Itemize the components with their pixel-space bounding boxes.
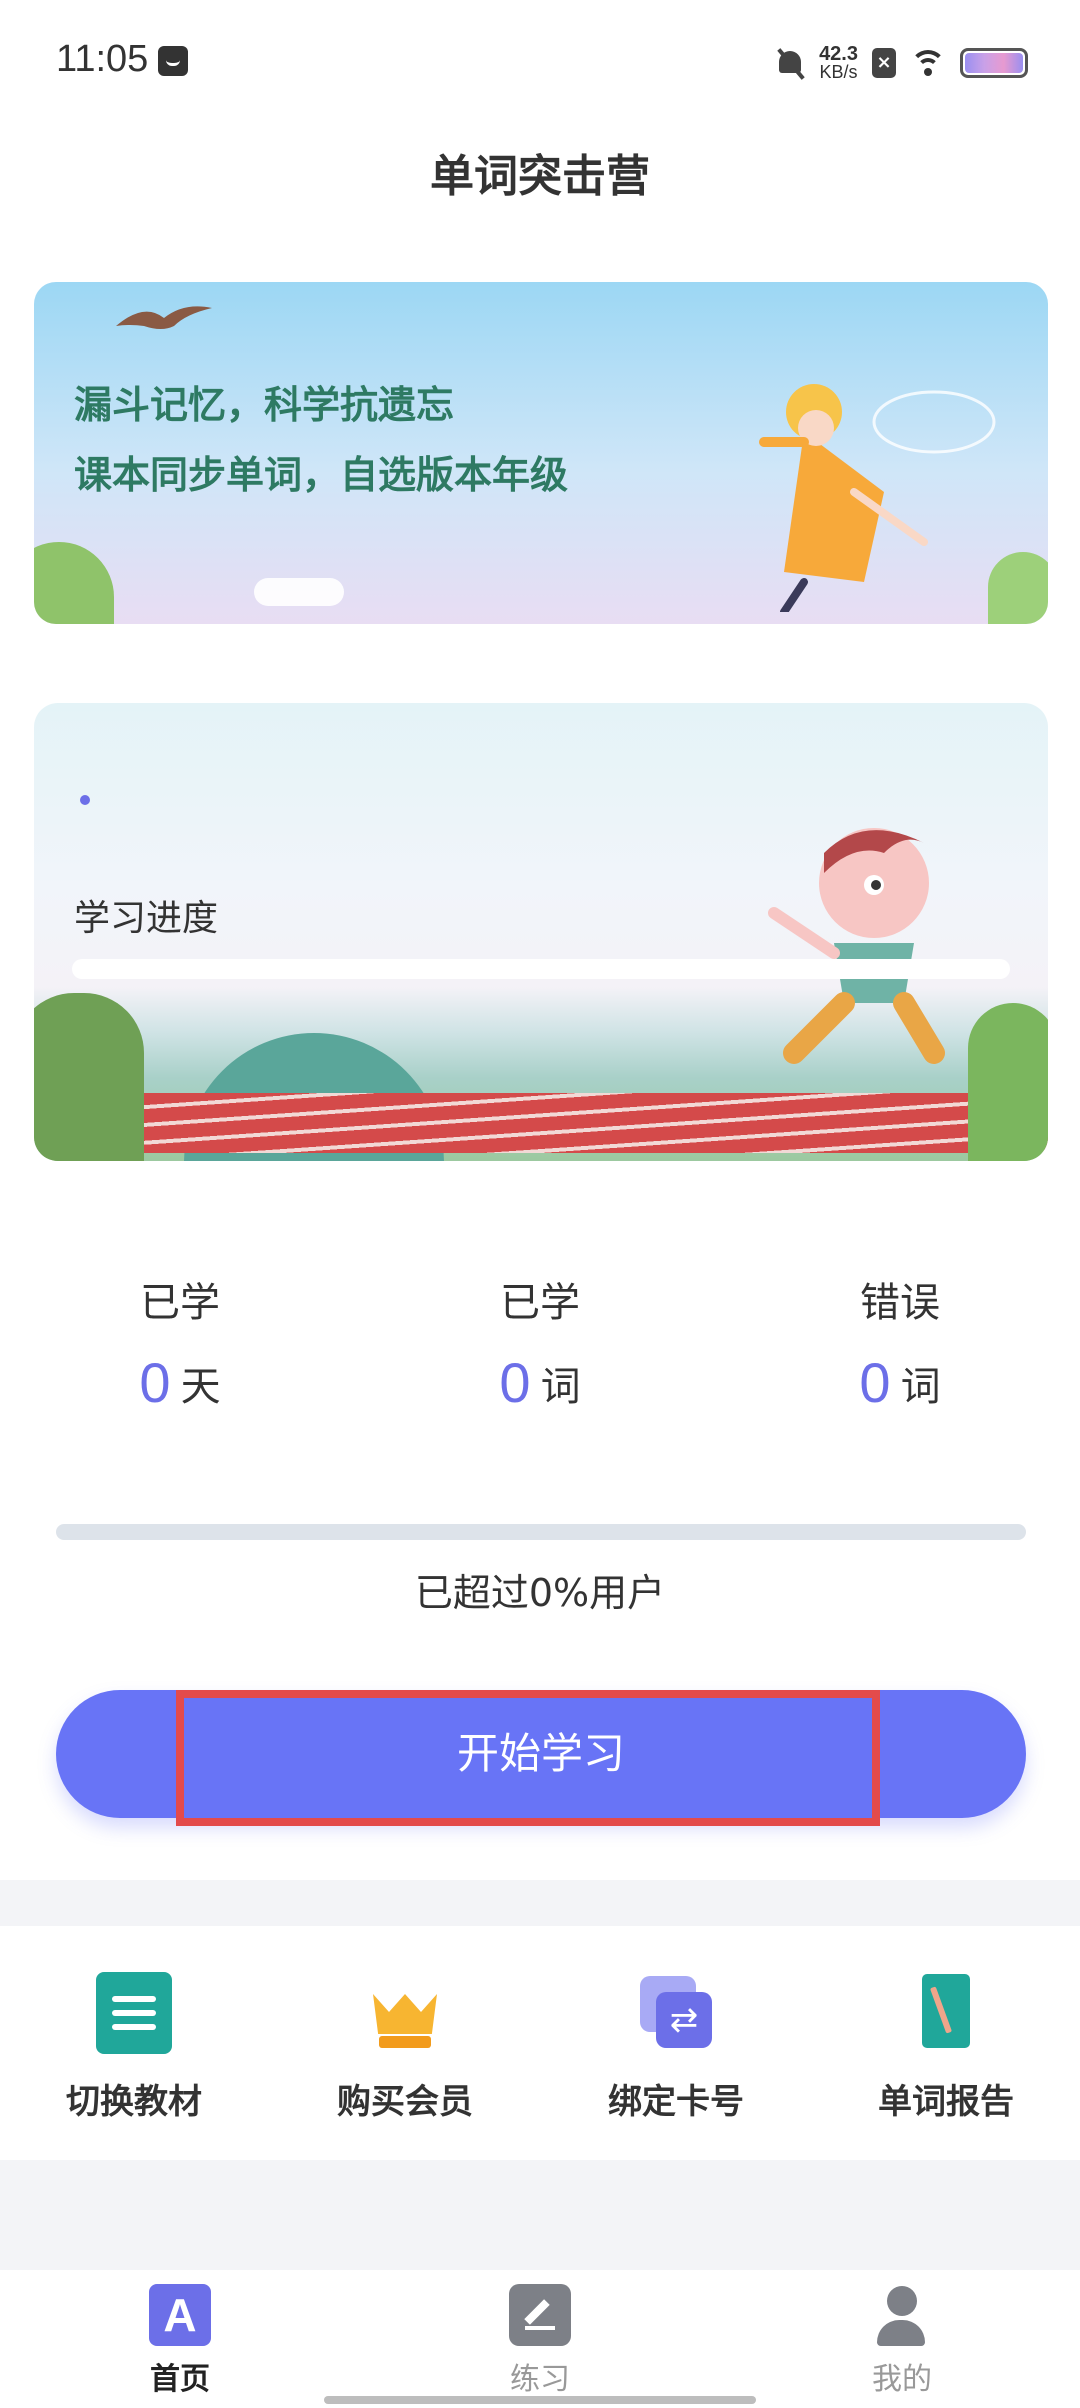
- stat-title: 错误: [860, 1280, 940, 1326]
- quick-menu-word-report[interactable]: 单词报告: [846, 1972, 1046, 2123]
- stat-words-learned: 已学 0词: [440, 1270, 640, 1415]
- tab-label: 我的: [872, 2362, 932, 2397]
- stat-value: 0: [139, 1351, 171, 1414]
- stat-unit: 词: [900, 1363, 941, 1410]
- quick-menu-buy-membership[interactable]: 购买会员: [305, 1972, 505, 2123]
- page-title: 单词突击营: [430, 151, 650, 202]
- stat-value: 0: [499, 1351, 531, 1414]
- status-bar: 11:05 42.3 KB/s ×: [0, 0, 1080, 126]
- cloud-decoration: [254, 578, 344, 606]
- quick-menu-label: 绑定卡号: [608, 2082, 744, 2122]
- tab-home[interactable]: A 首页: [100, 2284, 260, 2398]
- quick-menu-label: 购买会员: [337, 2082, 473, 2122]
- network-speed-value: 42.3: [819, 43, 858, 65]
- tab-practice[interactable]: 练习: [460, 2284, 620, 2398]
- stat-days-learned: 已学 0天: [80, 1270, 280, 1415]
- stat-value: 0: [859, 1351, 891, 1414]
- practice-edit-icon: [509, 2284, 571, 2346]
- ranking-text: 已超过0%用户: [414, 1571, 666, 1615]
- bush-decoration: [34, 542, 114, 624]
- home-a-icon: A: [149, 2284, 211, 2346]
- network-speed: 42.3 KB/s: [819, 43, 858, 82]
- banner-line-2: 课本同步单词，自选版本年级: [74, 453, 569, 497]
- wifi-icon: [910, 48, 946, 78]
- promo-banner[interactable]: 漏斗记忆，科学抗遗忘 课本同步单词，自选版本年级: [34, 282, 1048, 624]
- quick-menu: 切换教材 购买会员 绑定卡号 单词报告: [0, 1926, 1080, 2160]
- book-icon: [96, 1972, 172, 2054]
- stat-unit: 天: [180, 1363, 221, 1410]
- indicator-dot: [80, 795, 90, 805]
- ranking-bar: [56, 1524, 1026, 1540]
- quick-menu-switch-textbook[interactable]: 切换教材: [34, 1972, 234, 2123]
- quick-menu-label: 单词报告: [878, 2082, 1014, 2122]
- tab-mine[interactable]: 我的: [822, 2284, 982, 2398]
- tree-decoration: [968, 1003, 1048, 1161]
- stat-title: 已学: [140, 1280, 220, 1326]
- progress-label: 学习进度: [74, 898, 219, 939]
- message-icon: [158, 46, 188, 76]
- girl-illustration: [759, 384, 996, 612]
- status-icons: 42.3 KB/s ×: [775, 40, 1028, 86]
- stat-wrong-words: 错误 0词: [800, 1270, 1000, 1415]
- card-swap-icon: [638, 1972, 714, 2054]
- start-learning-label: 开始学习: [456, 1729, 625, 1778]
- tab-label: 练习: [510, 2362, 570, 2397]
- banner-line-1: 漏斗记忆，科学抗遗忘: [74, 383, 455, 427]
- stat-title: 已学: [500, 1280, 580, 1326]
- stat-unit: 词: [540, 1363, 581, 1410]
- tab-label: 首页: [150, 2362, 210, 2397]
- bird-illustration: [116, 306, 212, 329]
- bottom-nav: A 首页 练习 我的: [0, 2270, 1080, 2408]
- study-progress-card: 学习进度: [34, 703, 1048, 1161]
- bell-off-icon: [775, 47, 805, 79]
- tree-decoration: [34, 993, 144, 1161]
- user-settings-icon: [871, 2284, 933, 2346]
- section-divider: [0, 2160, 1080, 2270]
- crown-icon: [367, 1972, 443, 2054]
- banner-text: 漏斗记忆，科学抗遗忘 课本同步单词，自选版本年级: [74, 370, 568, 510]
- status-time: 11:05: [56, 38, 149, 80]
- progress-bar: [72, 959, 1010, 979]
- battery-icon: [960, 48, 1028, 78]
- study-stats: 已学 0天 已学 0词 错误 0词: [0, 1270, 1080, 1420]
- quick-menu-bind-card[interactable]: 绑定卡号: [576, 1972, 776, 2123]
- boy-illustration: [768, 828, 945, 1064]
- sim-x-icon: ×: [872, 48, 896, 78]
- network-speed-unit: KB/s: [819, 62, 858, 82]
- section-divider: [0, 1880, 1080, 1926]
- running-track-decoration: [108, 1093, 1048, 1153]
- quick-menu-label: 切换教材: [66, 2082, 202, 2122]
- report-icon: [908, 1972, 984, 2054]
- home-indicator[interactable]: [324, 2396, 756, 2404]
- start-learning-button[interactable]: 开始学习: [56, 1690, 1026, 1818]
